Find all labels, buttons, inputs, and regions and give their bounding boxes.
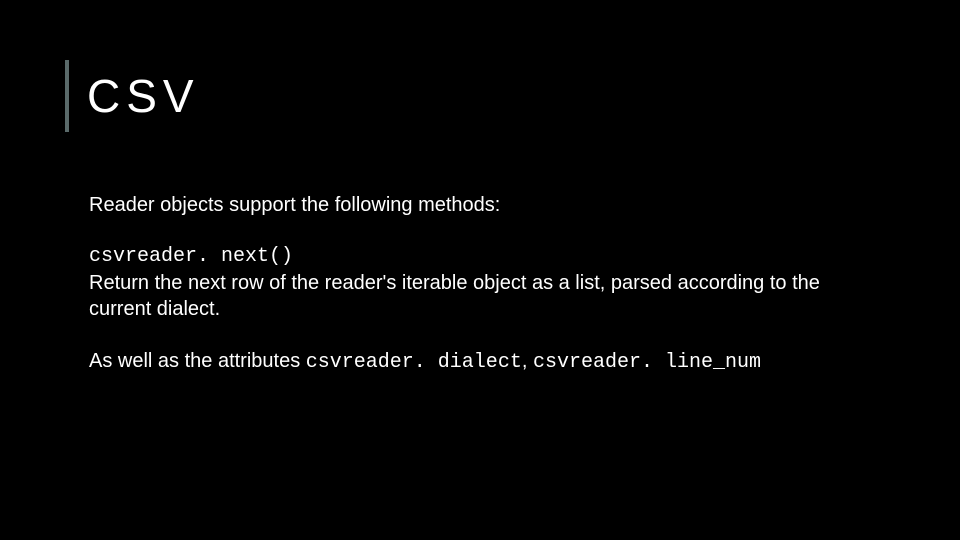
method-description: Return the next row of the reader's iter… <box>89 270 870 322</box>
attributes-separator: , <box>522 350 533 372</box>
title-accent-bar <box>65 60 69 132</box>
attribute-line-num: csvreader. line_num <box>533 351 761 374</box>
attributes-line: As well as the attributes csvreader. dia… <box>89 348 870 376</box>
method-code: csvreader. next() <box>89 244 870 270</box>
slide-body: Reader objects support the following met… <box>65 192 870 376</box>
attributes-prefix: As well as the attributes <box>89 350 306 372</box>
slide-container: CSV Reader objects support the following… <box>0 0 960 376</box>
title-wrap: CSV <box>65 60 870 132</box>
intro-text: Reader objects support the following met… <box>89 192 870 218</box>
attribute-dialect: csvreader. dialect <box>306 351 522 374</box>
slide-title: CSV <box>87 69 200 123</box>
method-block: csvreader. next() Return the next row of… <box>89 244 870 322</box>
